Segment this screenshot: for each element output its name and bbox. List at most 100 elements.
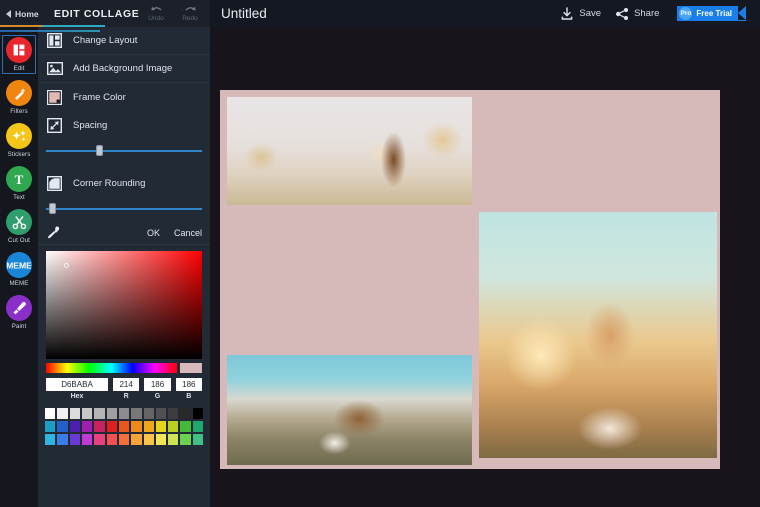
- cancel-button[interactable]: Cancel: [174, 228, 202, 238]
- color-swatch-0-12[interactable]: [193, 408, 203, 419]
- hex-field[interactable]: D6BABA Hex: [46, 378, 108, 400]
- save-button[interactable]: Save: [560, 7, 601, 21]
- hue-slider[interactable]: [46, 363, 177, 373]
- color-swatch-0-11[interactable]: [180, 408, 190, 419]
- rail-item-meme[interactable]: MEMEMEME: [0, 248, 38, 291]
- color-swatch-0-1[interactable]: [57, 408, 67, 419]
- color-gradient-picker[interactable]: [46, 251, 202, 359]
- rail-item-text[interactable]: T Text: [0, 162, 38, 205]
- photo-beach-hair[interactable]: [227, 355, 472, 465]
- color-swatch-2-5[interactable]: [107, 434, 117, 445]
- accent-line-second: [0, 30, 100, 32]
- pro-circle-label: Pro: [679, 7, 692, 20]
- home-button[interactable]: Home: [0, 9, 40, 19]
- color-swatch-2-4[interactable]: [94, 434, 104, 445]
- red-input[interactable]: 214: [113, 378, 139, 391]
- redo-button[interactable]: Redo: [179, 5, 201, 22]
- rail-item-paint[interactable]: Paint: [0, 291, 38, 334]
- scissors-icon: [6, 209, 32, 235]
- color-swatch-2-0[interactable]: [45, 434, 55, 445]
- rail-item-stickers[interactable]: Stickers: [0, 119, 38, 162]
- current-color-swatch: [180, 363, 202, 373]
- svg-text:T: T: [15, 172, 24, 186]
- document-title[interactable]: Untitled: [221, 6, 267, 21]
- collage-canvas[interactable]: Replace Adjust: [210, 27, 760, 507]
- color-swatch-0-7[interactable]: [131, 408, 141, 419]
- rail-label-4: Cut Out: [8, 237, 30, 244]
- menu-label-frame-color: Frame Color: [73, 92, 126, 103]
- color-swatch-1-11[interactable]: [180, 421, 190, 432]
- photo-sunset-portrait[interactable]: [479, 212, 717, 458]
- menu-item-add-background-image[interactable]: Add Background Image: [38, 55, 210, 83]
- color-swatch-1-6[interactable]: [119, 421, 129, 432]
- color-swatch-1-5[interactable]: [107, 421, 117, 432]
- ok-button[interactable]: OK: [147, 228, 160, 238]
- color-swatch-0-8[interactable]: [144, 408, 154, 419]
- color-swatch-0-4[interactable]: [94, 408, 104, 419]
- corner-rounding-slider-knob[interactable]: [49, 203, 56, 214]
- color-swatch-2-1[interactable]: [57, 434, 67, 445]
- share-icon: [615, 7, 629, 21]
- menu-label-spacing: Spacing: [73, 120, 107, 131]
- corner-rounding-slider[interactable]: [38, 197, 210, 221]
- photo-sunglasses-wheat[interactable]: [227, 97, 472, 205]
- color-swatch-1-4[interactable]: [94, 421, 104, 432]
- spacing-slider-track[interactable]: [46, 150, 202, 152]
- share-button[interactable]: Share: [615, 7, 659, 21]
- color-swatch-1-2[interactable]: [70, 421, 80, 432]
- pro-free-trial-badge[interactable]: Pro Free Trial: [677, 6, 746, 21]
- undo-button[interactable]: Undo: [145, 5, 167, 22]
- color-swatch-2-8[interactable]: [144, 434, 154, 445]
- red-field[interactable]: 214 R: [113, 378, 139, 400]
- redo-label: Redo: [182, 15, 198, 22]
- color-swatch-2-9[interactable]: [156, 434, 166, 445]
- color-swatch-0-5[interactable]: [107, 408, 117, 419]
- menu-label-add-background-image: Add Background Image: [73, 63, 172, 74]
- undo-redo-group: Undo Redo: [145, 5, 210, 22]
- color-swatch-1-9[interactable]: [156, 421, 166, 432]
- green-field-label: G: [155, 393, 160, 400]
- color-swatch-2-12[interactable]: [193, 434, 203, 445]
- rail-item-cut-out[interactable]: Cut Out: [0, 205, 38, 248]
- color-swatch-2-10[interactable]: [168, 434, 178, 445]
- menu-item-spacing: Spacing: [38, 111, 210, 139]
- hex-input[interactable]: D6BABA: [46, 378, 108, 391]
- color-swatch-2-11[interactable]: [180, 434, 190, 445]
- corner-rounding-slider-track[interactable]: [46, 208, 202, 210]
- sticker-star-icon: [6, 123, 32, 149]
- menu-item-frame-color[interactable]: Frame Color: [38, 83, 210, 111]
- green-field[interactable]: 186 G: [144, 378, 170, 400]
- spacing-slider-knob[interactable]: [96, 145, 103, 156]
- color-swatch-1-8[interactable]: [144, 421, 154, 432]
- color-swatch-0-0[interactable]: [45, 408, 55, 419]
- color-swatch-0-9[interactable]: [156, 408, 166, 419]
- color-swatch-1-1[interactable]: [57, 421, 67, 432]
- svg-text:MEME: MEME: [7, 260, 31, 270]
- color-swatch-0-3[interactable]: [82, 408, 92, 419]
- eyedropper-icon[interactable]: [46, 225, 62, 241]
- rail-item-filters[interactable]: Filters: [0, 76, 38, 119]
- color-swatch-0-6[interactable]: [119, 408, 129, 419]
- color-swatch-2-3[interactable]: [82, 434, 92, 445]
- text-t-icon: T: [6, 166, 32, 192]
- blue-field[interactable]: 186 B: [176, 378, 202, 400]
- color-picker-cursor[interactable]: [64, 263, 69, 268]
- spacing-slider[interactable]: [38, 139, 210, 163]
- color-swatch-2-6[interactable]: [119, 434, 129, 445]
- rail-label-3: Text: [13, 194, 25, 201]
- color-swatch-1-7[interactable]: [131, 421, 141, 432]
- color-swatch-1-0[interactable]: [45, 421, 55, 432]
- color-swatch-1-10[interactable]: [168, 421, 178, 432]
- rail-item-edit[interactable]: Edit: [0, 33, 38, 76]
- color-swatch-0-2[interactable]: [70, 408, 80, 419]
- green-input[interactable]: 186: [144, 378, 170, 391]
- color-swatch-icon: [46, 89, 63, 106]
- color-swatch-2-2[interactable]: [70, 434, 80, 445]
- home-button-label: Home: [15, 9, 39, 19]
- color-swatch-1-12[interactable]: [193, 421, 203, 432]
- color-swatch-1-3[interactable]: [82, 421, 92, 432]
- color-swatch-2-7[interactable]: [131, 434, 141, 445]
- color-swatch-0-10[interactable]: [168, 408, 178, 419]
- blue-input[interactable]: 186: [176, 378, 202, 391]
- download-icon: [560, 7, 574, 21]
